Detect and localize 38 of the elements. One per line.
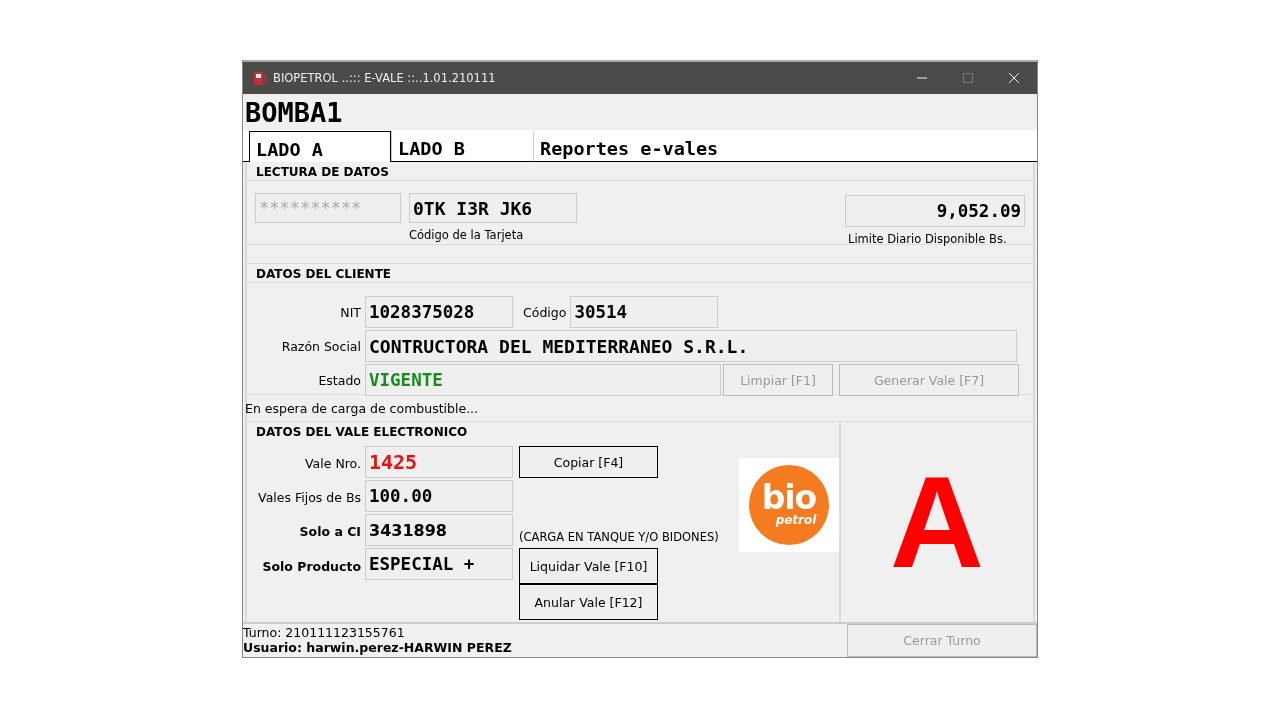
field-label: Solo a CI xyxy=(298,523,362,539)
fuel-pump-icon xyxy=(253,70,267,86)
settle-button[interactable]: Liquidar Vale [F10] xyxy=(519,548,658,584)
logo: bio petrol xyxy=(739,458,839,552)
field-label: NIT xyxy=(339,304,362,320)
maximize-icon[interactable] xyxy=(962,72,974,84)
voucher-field[interactable]: ESPECIAL + xyxy=(365,548,513,580)
status-field[interactable]: VIGENTE xyxy=(365,364,721,396)
note-text: (CARGA EN TANQUE Y/O BIDONES) xyxy=(519,530,719,544)
voucher-field[interactable]: 3431898 xyxy=(365,514,513,546)
client-code-field[interactable]: 30514 xyxy=(570,296,719,328)
daily-limit-field[interactable]: 9,052.09 xyxy=(845,195,1025,227)
side-letter: A xyxy=(890,457,984,587)
voucher-field[interactable]: 1425 xyxy=(365,446,513,478)
section-title: LECTURA DE DATOS xyxy=(247,162,1033,181)
cancel-button[interactable]: Anular Vale [F12] xyxy=(519,584,658,620)
field-caption: Limite Diario Disponible Bs. xyxy=(848,232,1008,246)
card-code-field[interactable]: 0TK I3R JK6 xyxy=(409,193,577,223)
user-text: Usuario: harwin.perez-HARWIN PEREZ xyxy=(243,640,513,655)
tab[interactable]: LADO A xyxy=(249,131,391,162)
section-title: DATOS DEL VALE ELECTRONICO xyxy=(255,424,469,440)
close-icon[interactable] xyxy=(1008,72,1020,84)
section-title: DATOS DEL CLIENTE xyxy=(247,264,1033,283)
copy-button[interactable]: Copiar [F4] xyxy=(519,446,658,478)
company-name-field[interactable]: CONTRUCTORA DEL MEDITERRANEO S.R.L. xyxy=(365,330,1017,362)
field-label: Vale Nro. xyxy=(304,455,362,471)
field-label: Código xyxy=(522,304,568,320)
field-label: Solo Producto xyxy=(261,558,362,574)
field-label: Razón Social xyxy=(280,338,362,354)
field-caption: Código de la Tarjeta xyxy=(409,228,525,242)
shift-text: Turno: 210111123155761 xyxy=(243,625,406,640)
voucher-field[interactable]: 100.00 xyxy=(365,480,513,512)
field-label: Vales Fijos de Bs xyxy=(257,489,362,505)
field-label: Estado xyxy=(317,372,362,388)
status-message: En espera de carga de combustible... xyxy=(245,400,480,417)
pump-name: BOMBA1 xyxy=(244,96,344,130)
nit-field[interactable]: 1028375028 xyxy=(365,296,513,328)
window-title: BIOPETROL ..::: E-VALE ::..1.01.210111 xyxy=(273,71,497,85)
